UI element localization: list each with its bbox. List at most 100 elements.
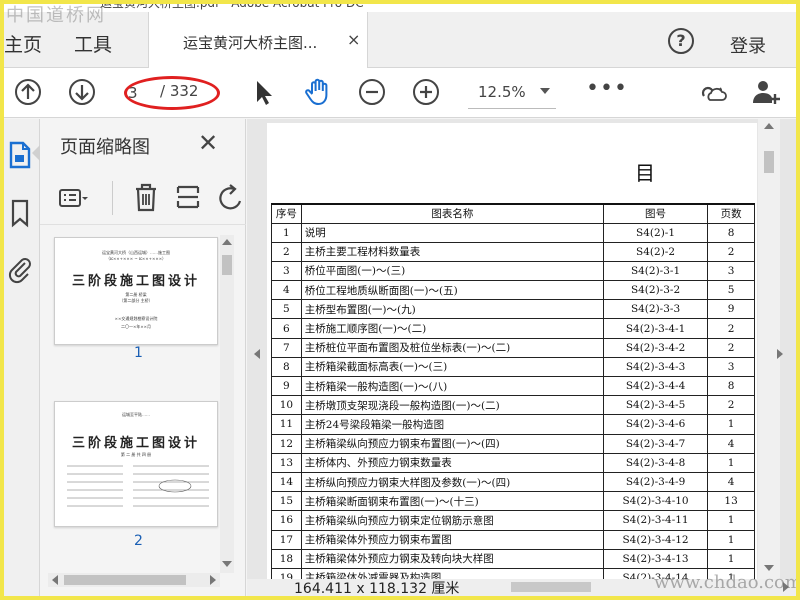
thumbnails-horizontal-scrollbar[interactable] (48, 573, 220, 587)
previous-page-icon[interactable] (12, 76, 44, 108)
zoom-level[interactable]: 12.5% (478, 83, 526, 101)
help-icon[interactable]: ? (668, 28, 694, 54)
add-user-icon[interactable] (750, 76, 782, 108)
share-link-icon[interactable] (696, 76, 728, 108)
drawing-name-cell: 主桥墩顶支架现浇段一般构造图(一)～(二) (300, 395, 604, 416)
tab-home[interactable]: 主页 (4, 30, 42, 57)
attachment-icon[interactable] (6, 253, 34, 285)
page-count-cell: 1 (707, 414, 755, 435)
drawing-name-cell: 主桥24号梁段箱梁一般构造图 (300, 414, 604, 435)
zoom-dropdown-icon[interactable] (540, 88, 550, 94)
panel-pointer (32, 145, 40, 161)
page-count-cell: 8 (707, 375, 755, 397)
drawing-number-cell: S4(2)-3-4-9 (602, 471, 709, 493)
page-count-cell: 3 (707, 260, 755, 282)
page-count-cell: 2 (707, 318, 755, 339)
document-page: 目 序号 图表名称 图号 页数 1 说明 S4(2)-1 8 2 主桥主要工程材料数量表 S… (267, 123, 757, 583)
window-title: 运宝黄河大桥主图.pdf - Adobe Acrobat Pro DC (100, 0, 364, 10)
scroll-right-icon[interactable] (210, 575, 216, 585)
rotate-page-icon[interactable] (216, 183, 246, 213)
drawing-number-cell: S4(2)-3-4-2 (602, 337, 709, 358)
table-row: 15 主桥箱梁断面钢束布置图(一)～(十三) S4(2)-3-4-10 13 (271, 491, 755, 512)
thumbnail-options-icon[interactable] (58, 185, 88, 211)
drawing-number-cell: S4(2)-3-2 (602, 280, 709, 301)
row-number-cell: 16 (271, 510, 302, 531)
scroll-down-icon[interactable] (222, 561, 232, 567)
doc-scroll-up-icon[interactable] (764, 123, 774, 129)
drawing-name-cell: 主桥箱梁截面标高表(一)～(三) (300, 356, 604, 378)
drawing-name-cell: 主桥箱梁一般构造图(一)～(八) (300, 375, 604, 397)
doc-scroll-down-icon[interactable] (764, 565, 774, 571)
contents-table-body: 1 说明 S4(2)-1 8 2 主桥主要工程材料数量表 S4(2)-2 2 3 桥位平面图(一)… (271, 222, 755, 583)
scroll-left-icon[interactable] (52, 575, 58, 585)
more-tools-button[interactable]: ••• (586, 76, 628, 101)
drawing-number-cell: S4(2)-3-4-3 (602, 356, 709, 378)
thumbnails-vscroll-thumb[interactable] (222, 255, 232, 275)
column-header: 图号 (602, 203, 709, 224)
thumbnail-2-signature-lines (67, 465, 209, 507)
page-thumbnails-icon[interactable] (6, 139, 34, 171)
thumbnails-panel: 页面缩略图 ✕ 运宝黄河大桥（山西运城）……施工图 （K××+××× ~ K××… (32, 119, 246, 596)
collapse-right-panel-icon[interactable] (777, 349, 783, 359)
extract-page-icon[interactable] (174, 181, 202, 213)
drawing-number-cell: S4(2)-3-4-6 (602, 414, 709, 435)
row-number-cell: 17 (271, 529, 302, 550)
thumbnails-vertical-scrollbar[interactable] (220, 235, 234, 573)
collapse-left-panel-icon[interactable] (254, 349, 260, 359)
bookmarks-icon[interactable] (6, 197, 34, 229)
row-number-cell: 8 (271, 356, 302, 378)
page-count-cell: 3 (707, 356, 755, 378)
page-thumbnail-2[interactable]: 运城至平陆…… 三阶段施工图设计 第 二 册 共 四 册 (54, 401, 218, 527)
row-number-cell: 11 (271, 414, 302, 435)
drawing-name-cell: 主桥桩位平面布置图及桩位坐标表(一)～(二) (300, 337, 604, 358)
next-page-icon[interactable] (66, 76, 98, 108)
document-heading: 目 (635, 161, 655, 185)
drawing-name-cell: 主桥型布置图(一)～(九) (300, 299, 604, 320)
drawing-name-cell: 桥位工程地质纵断面图(一)～(五) (300, 280, 604, 301)
page-count-cell: 2 (707, 337, 755, 358)
drawing-name-cell: 主桥箱梁纵向预应力钢束布置图(一)～(四) (300, 433, 604, 454)
tab-tools[interactable]: 工具 (74, 30, 112, 57)
row-number-cell: 10 (271, 395, 302, 416)
page-thumbnail-1[interactable]: 运宝黄河大桥（山西运城）……施工图 （K××+××× ~ K××+×××） 三阶… (54, 237, 218, 345)
watermark-bottom: www.chdao.com (654, 572, 800, 593)
thumbnails-hscroll-thumb[interactable] (64, 575, 186, 585)
page-count-cell: 2 (707, 241, 755, 262)
title-bar: 运宝黄河大桥主图.pdf - Adobe Acrobat Pro DC ✕ (0, 0, 800, 12)
drawing-number-cell: S4(2)-3-4-10 (602, 491, 709, 512)
login-button[interactable]: 登录 (730, 32, 766, 58)
zoom-out-icon[interactable] (356, 76, 388, 108)
scroll-up-icon[interactable] (222, 239, 232, 245)
drawing-number-cell: S4(2)-3-3 (602, 299, 709, 320)
doc-vscroll-thumb[interactable] (764, 151, 774, 173)
row-number-cell: 18 (271, 548, 302, 569)
drawing-number-cell: S4(2)-3-4-8 (602, 452, 709, 473)
drawing-number-cell: S4(2)-3-4-1 (602, 318, 709, 339)
window-close-button[interactable]: ✕ (780, 0, 790, 8)
page-count-cell: 13 (707, 491, 755, 512)
hand-tool-icon[interactable] (302, 76, 334, 108)
zoom-underline (468, 108, 556, 109)
row-number-cell: 14 (271, 471, 302, 493)
thumbnail-2-title: 三阶段施工图设计 (71, 436, 200, 451)
drawing-name-cell: 主桥箱梁体外预应力钢束布置图 (300, 529, 604, 550)
page-count-cell: 5 (707, 280, 755, 301)
thumbnail-2-sub1: 第 二 册 共 四 册 (120, 452, 152, 457)
page-thumbnail-2-number: 2 (134, 533, 143, 549)
tab-document[interactable]: 运宝黄河大桥主图... × (148, 12, 368, 68)
page-count-cell: 1 (707, 452, 755, 473)
drawing-name-cell: 说明 (300, 222, 604, 243)
page-count-cell: 1 (707, 548, 755, 569)
delete-page-icon[interactable] (132, 181, 160, 213)
tab-document-label: 运宝黄河大桥主图... (183, 34, 318, 52)
select-cursor-icon[interactable] (248, 76, 280, 108)
zoom-in-icon[interactable] (410, 76, 442, 108)
drawing-name-cell: 主桥箱梁断面钢束布置图(一)～(十三) (300, 491, 604, 512)
page-count-cell: 2 (707, 395, 755, 416)
thumbnails-panel-close-button[interactable]: ✕ (198, 129, 218, 157)
tab-close-button[interactable]: × (347, 30, 360, 49)
row-number-cell: 6 (271, 318, 302, 339)
page-count-cell: 4 (707, 471, 755, 493)
drawing-name-cell: 主桥施工顺序图(一)～(二) (300, 318, 604, 339)
doc-hscroll-thumb[interactable] (511, 582, 591, 592)
